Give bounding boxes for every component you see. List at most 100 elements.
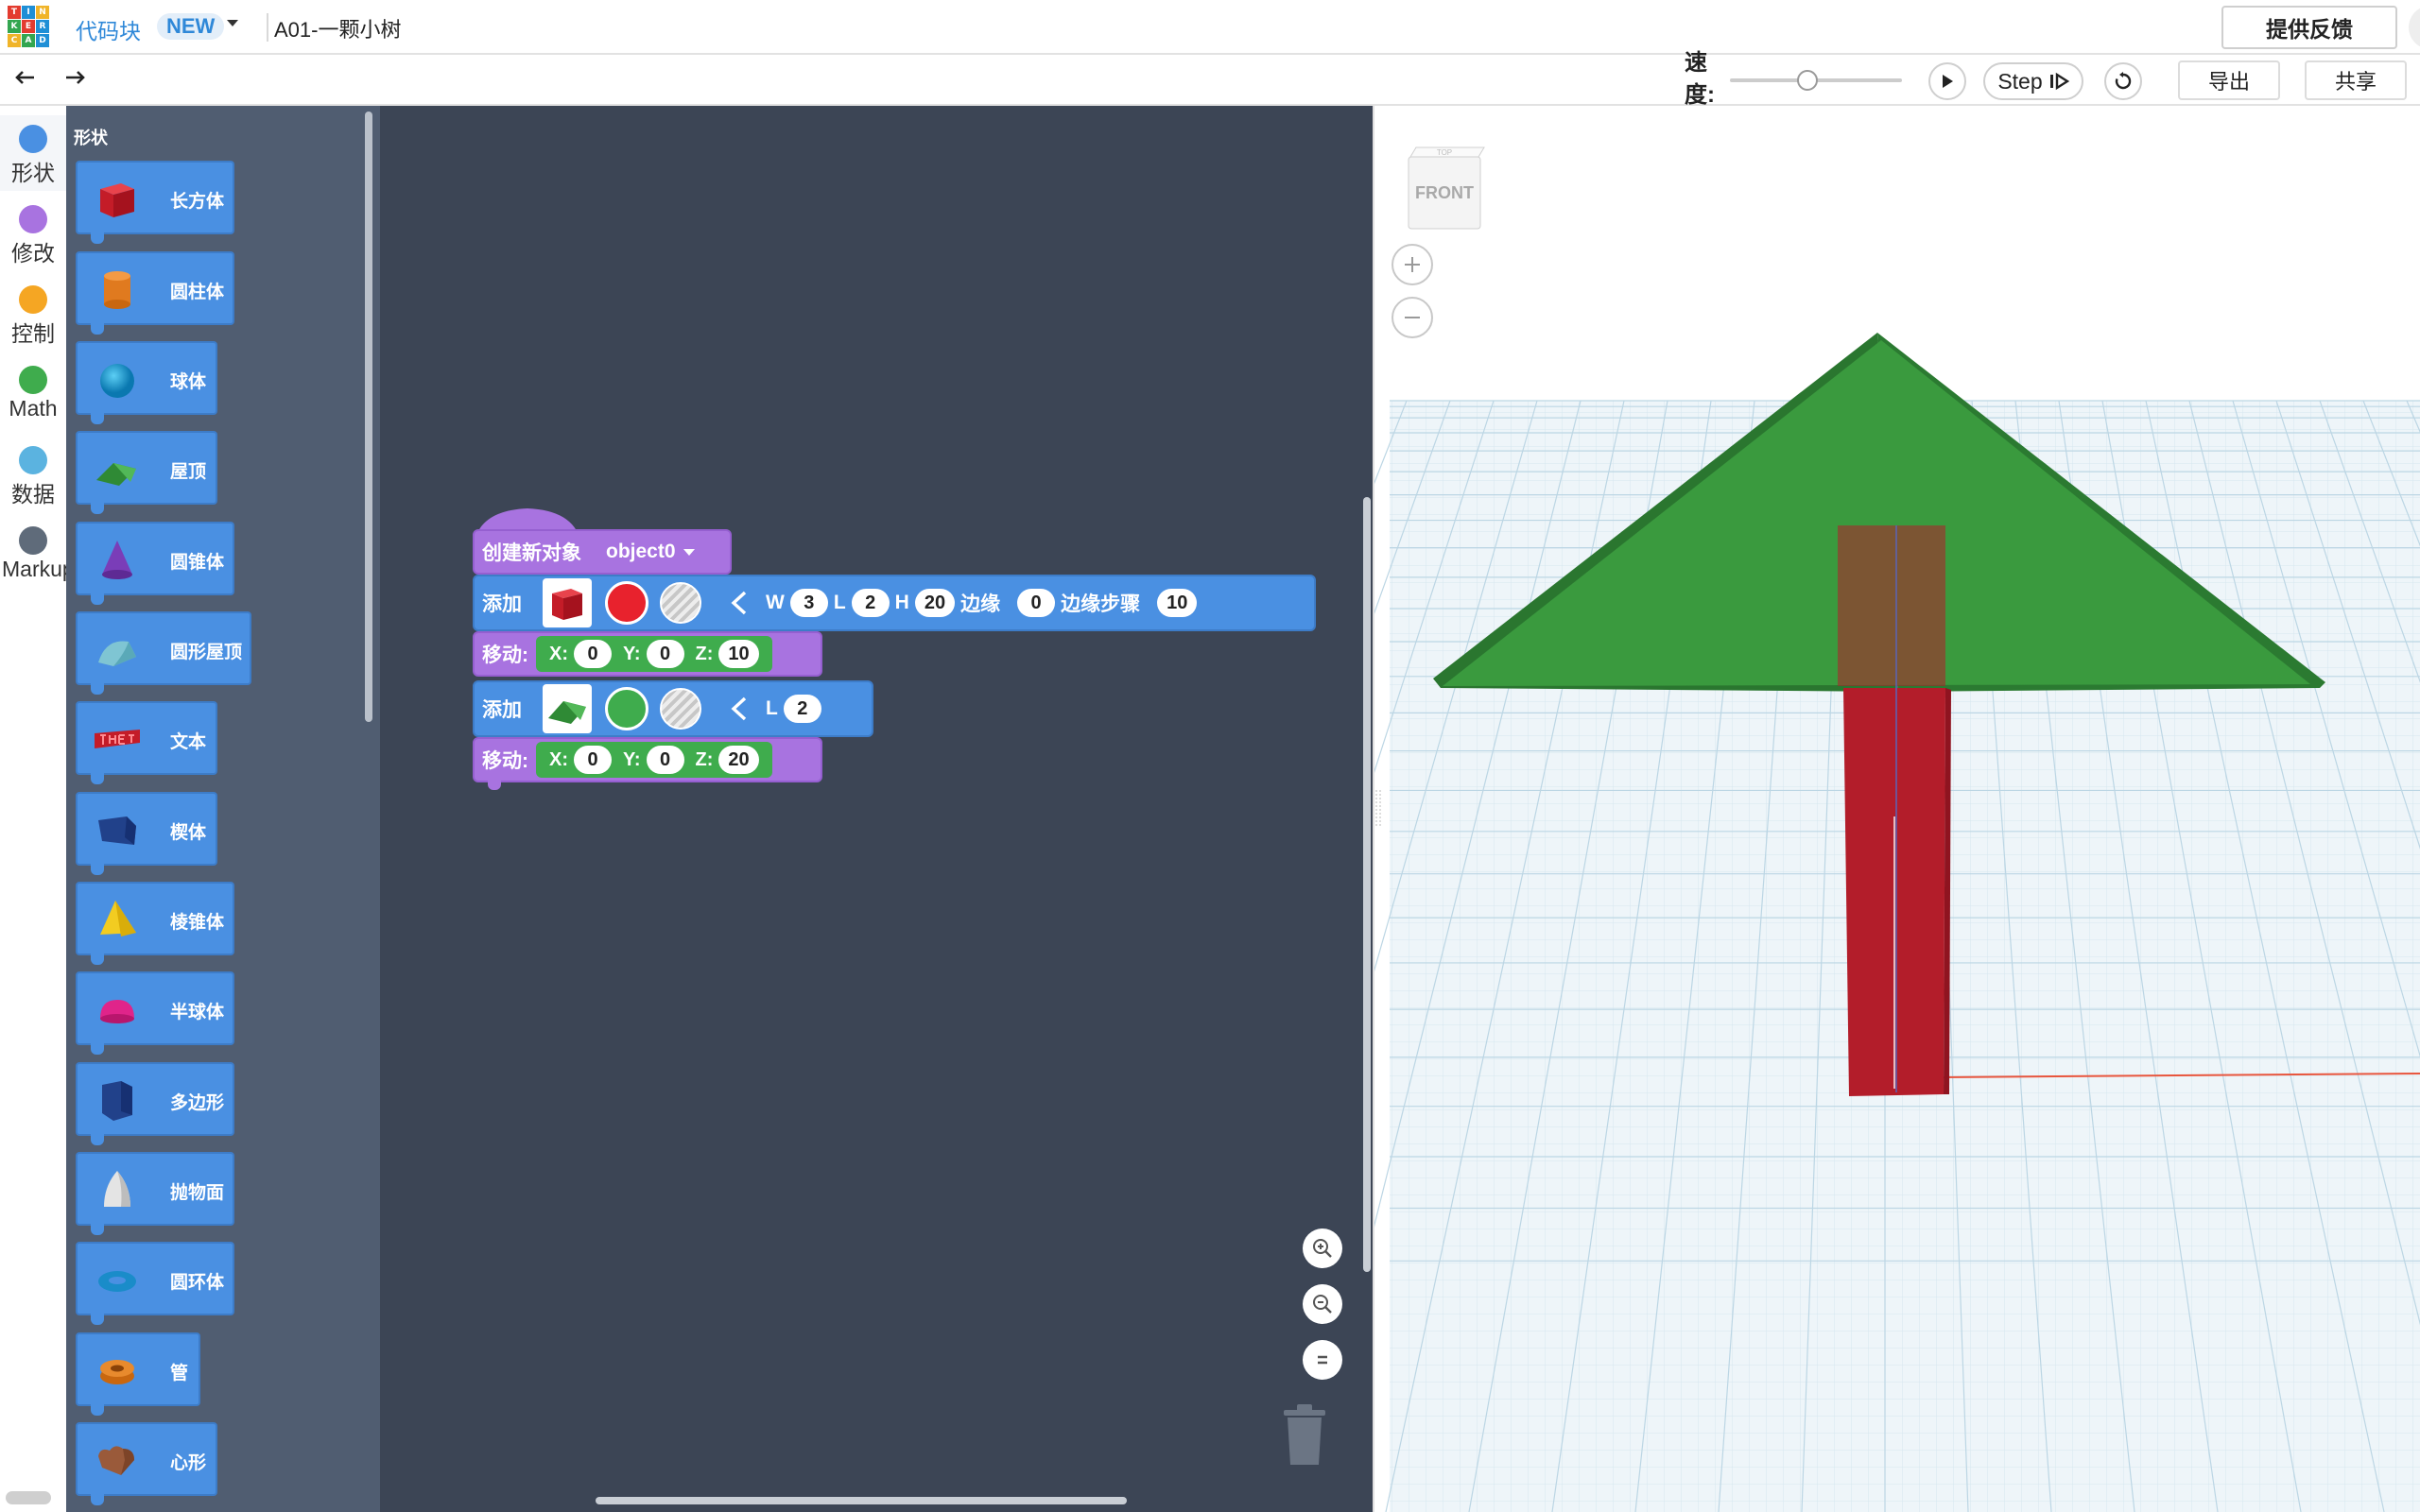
param-bevel-input[interactable]: 0 [1017, 589, 1056, 617]
code-workspace[interactable] [380, 106, 1373, 1512]
palette-scrollbar[interactable] [365, 112, 372, 722]
create-object-block[interactable]: 创建新对象 object0 [473, 529, 732, 575]
half-sphere-icon [100, 1000, 134, 1023]
3d-viewport[interactable]: TOP FRONT [1373, 106, 2420, 1512]
panel-splitter-grip[interactable] [1375, 790, 1381, 828]
zoom-reset-icon [1318, 1355, 1327, 1365]
logo-letter: I [22, 6, 35, 19]
palette-block-heart[interactable]: 心形 [76, 1422, 217, 1505]
box-shape-swatch[interactable] [543, 578, 592, 627]
palette-block-polygon[interactable]: 多边形 [76, 1062, 234, 1145]
category-shapes-label: 形状 [11, 161, 55, 185]
category-shapes[interactable]: 形状 [0, 115, 66, 191]
hole-toggle[interactable] [660, 688, 701, 730]
export-button[interactable]: 导出 [2178, 60, 2280, 100]
palette-block-sphere[interactable]: 球体 [76, 341, 217, 424]
palette-block-text[interactable]: 文本 [76, 701, 217, 784]
param-l-input[interactable]: 2 [783, 695, 821, 723]
share-button[interactable]: 共享 [2305, 60, 2407, 100]
palette-block-paraboloid[interactable]: 抛物面 [76, 1152, 234, 1235]
roof-shape-swatch[interactable] [543, 684, 592, 733]
add-box-block[interactable]: 添加 W 3 L 2 H 20 边缘 0 边缘步骤 10 [473, 575, 1316, 631]
view-zoom-in-button[interactable] [1392, 244, 1433, 285]
category-modify[interactable]: 修改 [0, 196, 66, 271]
palette-block-label: 球体 [170, 372, 207, 392]
move-z-input[interactable]: 10 [718, 640, 759, 668]
title-divider [267, 13, 268, 42]
box-color-picker[interactable] [605, 581, 648, 625]
palette-block-cylinder[interactable]: 圆柱体 [76, 251, 234, 335]
workspace-horizontal-scrollbar[interactable] [596, 1497, 1127, 1504]
palette-block-roof[interactable]: 屋顶 [76, 431, 217, 514]
hole-toggle[interactable] [660, 582, 701, 624]
roof-color-picker[interactable] [605, 687, 648, 730]
palette-block-torus[interactable]: 圆环体 [76, 1242, 234, 1325]
chevron-down-icon[interactable] [227, 20, 238, 26]
wedge-icon [98, 816, 136, 845]
undo-icon[interactable] [9, 62, 42, 94]
param-l-input[interactable]: 2 [851, 589, 890, 617]
play-icon [1943, 75, 1953, 88]
palette-block-cone[interactable]: 圆锥体 [76, 522, 234, 605]
palette-block-wedge[interactable]: 楔体 [76, 792, 217, 875]
step-icon [2049, 72, 2069, 91]
play-button[interactable] [1928, 62, 1966, 100]
category-control[interactable]: 控制 [0, 276, 66, 352]
move-x-input[interactable]: 0 [574, 640, 612, 668]
object-name-dropdown[interactable]: object0 [606, 541, 676, 563]
new-badge[interactable]: NEW [157, 13, 225, 40]
tinkercad-logo[interactable]: TIN KER CAD [8, 6, 49, 47]
param-w-input[interactable]: 3 [789, 589, 828, 617]
palette-block-box[interactable]: 长方体 [76, 161, 234, 244]
rail-scrollbar[interactable] [6, 1491, 51, 1504]
step-button[interactable]: Step [1983, 62, 2083, 100]
feedback-button[interactable]: 提供反馈 [2221, 6, 2397, 49]
collapse-chevron-icon[interactable] [730, 590, 749, 616]
trunk-shape[interactable] [1838, 525, 1951, 1096]
3d-scene[interactable] [1374, 106, 2420, 1512]
category-math-dot [19, 366, 47, 394]
reset-button[interactable] [2104, 62, 2142, 100]
zoom-in-button[interactable] [1303, 1228, 1342, 1268]
palette-block-label: 圆锥体 [170, 553, 225, 573]
palette-block-tube[interactable]: 管 [76, 1332, 200, 1416]
workspace-vertical-scrollbar[interactable] [1363, 497, 1371, 1272]
collapse-chevron-icon[interactable] [730, 696, 749, 722]
move-block[interactable]: 移动: X: 0 Y: 0 Z: 20 [473, 737, 822, 782]
view-cube-front-label: FRONT [1415, 183, 1474, 202]
add-label: 添加 [482, 699, 522, 721]
round-roof-icon [98, 641, 136, 666]
editor-mode-label[interactable]: 代码块 [76, 13, 141, 45]
param-steps-input[interactable]: 10 [1157, 589, 1198, 617]
category-data[interactable]: 数据 [0, 437, 66, 512]
move-x-input[interactable]: 0 [574, 746, 612, 774]
palette-block-pyramid[interactable]: 棱锥体 [76, 882, 234, 965]
view-cube[interactable]: TOP FRONT [1403, 140, 1488, 234]
logo-letter: R [36, 20, 49, 33]
param-w-label: W [766, 592, 785, 613]
move-y-input[interactable]: 0 [646, 640, 684, 668]
param-bevel-label: 边缘 [960, 593, 1001, 615]
zoom-out-button[interactable] [1303, 1284, 1342, 1324]
add-roof-block[interactable]: 添加 L 2 [473, 680, 873, 737]
redo-icon[interactable] [59, 62, 91, 94]
view-zoom-out-button[interactable] [1392, 297, 1433, 338]
design-title[interactable]: A01-一颗小树 [274, 13, 401, 43]
param-l-label: L [833, 592, 846, 613]
palette-block-half-sphere[interactable]: 半球体 [76, 971, 234, 1055]
palette-block-round-roof[interactable]: 圆形屋顶 [76, 611, 251, 695]
zoom-reset-button[interactable] [1303, 1340, 1342, 1380]
category-markup[interactable]: Markup [0, 517, 66, 593]
palette-block-label: 楔体 [170, 823, 207, 843]
speed-slider-thumb[interactable] [1796, 70, 1818, 91]
avatar[interactable] [2409, 6, 2420, 49]
param-h-input[interactable]: 20 [914, 589, 956, 617]
palette-block-label: 多边形 [170, 1093, 225, 1113]
chevron-down-icon[interactable] [683, 548, 695, 556]
move-block[interactable]: 移动: X: 0 Y: 0 Z: 10 [473, 631, 822, 677]
move-y-input[interactable]: 0 [646, 746, 684, 774]
palette-block-label: 抛物面 [170, 1183, 225, 1203]
category-math[interactable]: Math [0, 356, 66, 432]
trash-icon[interactable] [1280, 1402, 1329, 1469]
move-z-input[interactable]: 20 [718, 746, 759, 774]
